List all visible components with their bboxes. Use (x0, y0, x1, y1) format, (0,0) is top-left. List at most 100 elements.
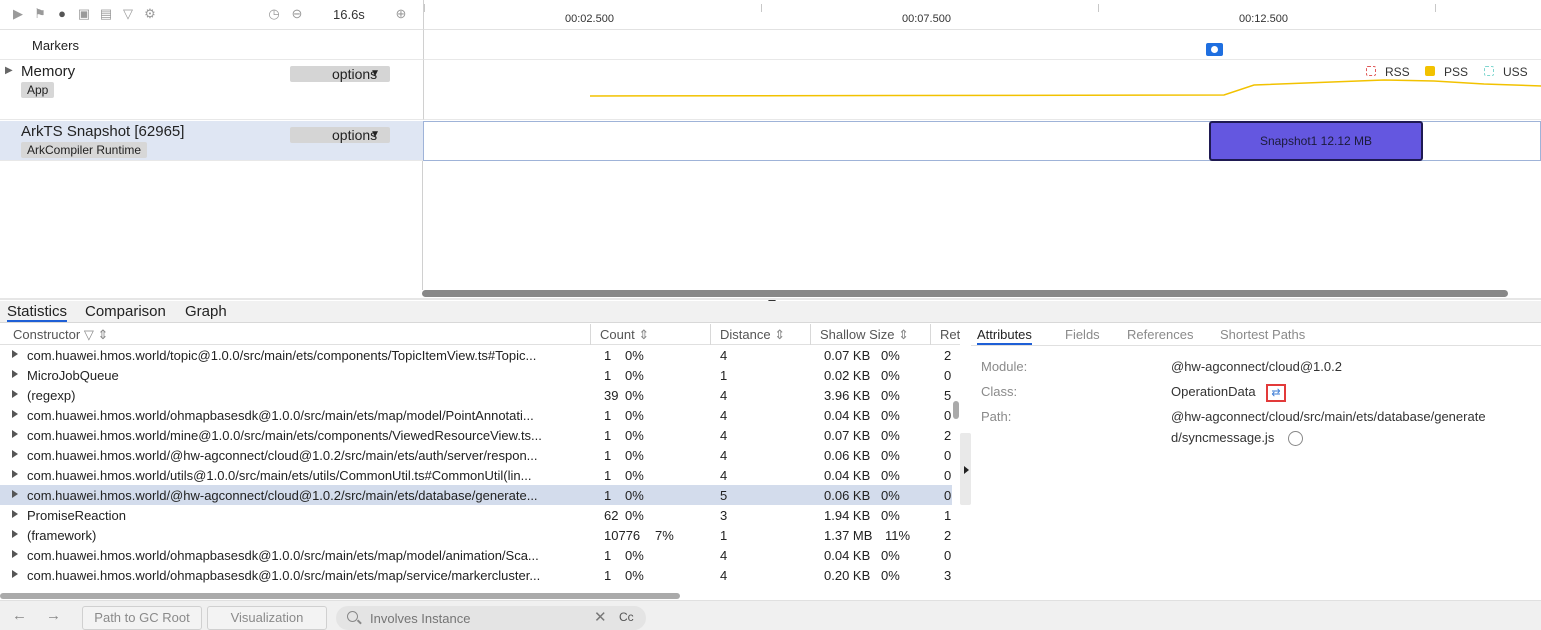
table-row[interactable]: com.huawei.hmos.world/topic@1.0.0/src/ma… (0, 345, 952, 365)
ruler-label: 00:12.500 (1239, 13, 1288, 25)
shallow-percent-cell: 0% (881, 488, 900, 503)
count-cell: 1 (604, 488, 612, 503)
constructor-cell: com.huawei.hmos.world/topic@1.0.0/src/ma… (27, 348, 537, 363)
snapshot-options-button[interactable]: options ▼ (290, 127, 390, 143)
detail-collapse-handle[interactable] (960, 433, 971, 505)
forward-arrow-icon[interactable]: → (46, 607, 61, 624)
count-cell: 1 (604, 548, 612, 563)
constructor-cell: com.huawei.hmos.world/ohmapbasesdk@1.0.0… (27, 568, 541, 583)
path-to-gc-root-button[interactable]: Path to GC Root (82, 606, 202, 630)
expand-row-icon[interactable] (12, 490, 18, 498)
tab-graph[interactable]: Graph (185, 303, 227, 320)
ruler-label: 00:07.500 (902, 13, 951, 25)
expand-row-icon[interactable] (12, 570, 18, 578)
count-percent-cell: 7% (655, 528, 674, 543)
expand-row-icon[interactable] (12, 350, 18, 358)
col-count[interactable]: Count ⇕ (600, 327, 649, 343)
expand-row-icon[interactable] (12, 410, 18, 418)
shallow-percent-cell: 0% (881, 508, 900, 523)
constructor-cell: com.huawei.hmos.world/ohmapbasesdk@1.0.0… (27, 548, 539, 563)
distance-cell: 3 (720, 508, 728, 523)
count-cell: 1 (604, 468, 612, 483)
table-row[interactable]: com.huawei.hmos.world/ohmapbasesdk@1.0.0… (0, 565, 952, 585)
expand-row-icon[interactable] (12, 450, 18, 458)
table-row[interactable]: com.huawei.hmos.world/utils@1.0.0/src/ma… (0, 465, 952, 485)
table-row[interactable]: PromiseReaction 62 0% 3 1.94 KB 0% 1 (0, 505, 952, 525)
timeline-scrollbar[interactable] (422, 290, 1508, 297)
path-key: Path: (981, 409, 1012, 424)
expand-memory-icon[interactable]: ▶ (5, 65, 13, 76)
constructor-cell: MicroJobQueue (27, 368, 119, 383)
col-retained[interactable]: Ret (940, 327, 960, 342)
expand-row-icon[interactable] (12, 430, 18, 438)
table-header: Constructor ▽ ⇕ Count ⇕ Distance ⇕ Shall… (0, 324, 960, 345)
constructor-cell: (regexp) (27, 388, 76, 403)
table-row[interactable]: com.huawei.hmos.world/@hw-agconnect/clou… (0, 445, 952, 465)
tab-references[interactable]: References (1127, 327, 1193, 342)
zoom-out-icon[interactable]: ⊖ (290, 7, 304, 21)
expand-row-icon[interactable] (12, 370, 18, 378)
zoom-in-icon[interactable]: ⊕ (394, 7, 408, 21)
constructor-cell: com.huawei.hmos.world/ohmapbasesdk@1.0.0… (27, 408, 534, 423)
filter-icon: ▽ (83, 327, 94, 342)
col-shallow-size[interactable]: Shallow Size ⇕ (820, 327, 909, 343)
statistics-table: Constructor ▽ ⇕ Count ⇕ Distance ⇕ Shall… (0, 324, 960, 600)
flag-icon[interactable]: ⚑ (33, 7, 47, 21)
history-icon[interactable]: ◷ (267, 7, 281, 21)
snapshot-block[interactable]: Snapshot1 12.12 MB (1209, 121, 1423, 161)
info-icon[interactable] (1288, 431, 1303, 446)
tab-attributes[interactable]: Attributes (977, 327, 1032, 345)
play-icon[interactable]: ▶ (11, 7, 25, 21)
jump-to-source-icon[interactable]: ⇄ (1266, 384, 1286, 402)
search-input[interactable] (370, 609, 590, 627)
retained-cell: 0 (944, 408, 952, 423)
markers-lane-label: Markers (0, 30, 423, 60)
memory-lane-label: ▶ Memory App options ▼ (0, 60, 423, 120)
table-row[interactable]: (regexp) 39 0% 4 3.96 KB 0% 5 (0, 385, 952, 405)
table-row[interactable]: (framework) 10776 7% 1 1.37 MB 11% 2 (0, 525, 952, 545)
close-icon[interactable]: ✕ (594, 608, 607, 626)
shallow-percent-cell: 0% (881, 448, 900, 463)
tab-fields[interactable]: Fields (1065, 327, 1100, 342)
count-percent-cell: 0% (625, 368, 644, 383)
count-cell: 1 (604, 428, 612, 443)
count-cell: 1 (604, 408, 612, 423)
heap-icon[interactable]: ▤ (99, 7, 113, 21)
table-row[interactable]: com.huawei.hmos.world/ohmapbasesdk@1.0.0… (0, 405, 952, 425)
expand-row-icon[interactable] (12, 390, 18, 398)
table-row[interactable]: com.huawei.hmos.world/mine@1.0.0/src/mai… (0, 425, 952, 445)
tab-statistics[interactable]: Statistics (7, 303, 68, 322)
count-percent-cell: 0% (625, 448, 644, 463)
table-vertical-scrollbar[interactable] (953, 401, 959, 419)
expand-row-icon[interactable] (12, 550, 18, 558)
snapshot-lane-label[interactable]: ArkTS Snapshot [62965] ArkCompiler Runti… (0, 121, 423, 161)
tab-comparison[interactable]: Comparison (85, 303, 166, 320)
visualization-button[interactable]: Visualization (207, 606, 327, 630)
ruler-tick (761, 4, 762, 12)
footer-bar: ← → Path to GC Root Visualization ✕ Cc (0, 600, 1541, 630)
tab-shortest-paths[interactable]: Shortest Paths (1220, 327, 1305, 342)
table-row[interactable]: MicroJobQueue 1 0% 1 0.02 KB 0% 0 (0, 365, 952, 385)
back-arrow-icon[interactable]: ← (12, 607, 27, 624)
filter-icon[interactable]: ▽ (121, 7, 135, 21)
record-icon[interactable]: ● (55, 7, 69, 21)
settings-icon[interactable]: ⚙ (143, 7, 157, 21)
table-row[interactable]: com.huawei.hmos.world/@hw-agconnect/clou… (0, 485, 952, 505)
uss-legend-swatch (1484, 66, 1494, 76)
snapshot-marker-icon[interactable] (1206, 43, 1223, 56)
match-case-toggle[interactable]: Cc (619, 610, 634, 624)
table-horizontal-scrollbar[interactable] (0, 593, 680, 599)
count-cell: 1 (604, 368, 612, 383)
camera-icon[interactable]: ▣ (77, 7, 91, 21)
col-distance[interactable]: Distance ⇕ (720, 327, 785, 343)
shallow-size-cell: 1.37 MB (824, 528, 873, 543)
expand-row-icon[interactable] (12, 510, 18, 518)
col-constructor[interactable]: Constructor ▽ ⇕ (13, 327, 108, 343)
table-row[interactable]: com.huawei.hmos.world/ohmapbasesdk@1.0.0… (0, 545, 952, 565)
expand-row-icon[interactable] (12, 470, 18, 478)
shallow-size-cell: 0.07 KB (824, 348, 871, 363)
memory-options-button[interactable]: options ▼ (290, 66, 390, 82)
retained-cell: 3 (944, 568, 952, 583)
constructor-cell: (framework) (27, 528, 97, 543)
expand-row-icon[interactable] (12, 530, 18, 538)
